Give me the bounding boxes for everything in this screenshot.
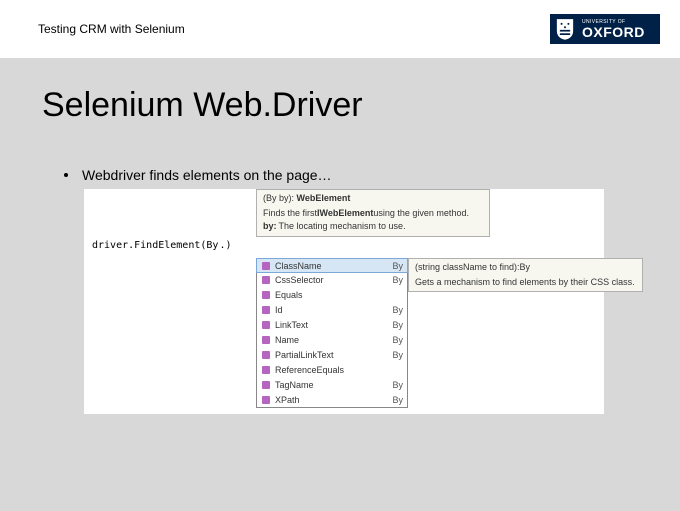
autocomplete-label: XPath — [275, 395, 384, 405]
shield-icon — [554, 17, 576, 41]
autocomplete-return: By — [388, 305, 403, 315]
topbar-title: Testing CRM with Selenium — [38, 22, 185, 36]
autocomplete-item-tagname[interactable]: TagName By — [257, 377, 407, 392]
autocomplete-return: By — [388, 335, 403, 345]
method-icon — [261, 261, 271, 271]
autocomplete-label: ReferenceEquals — [275, 365, 395, 375]
method-icon — [261, 350, 271, 360]
logo-oxford: OXFORD — [582, 25, 645, 39]
editor-line: driver .FindElement (By .) — [84, 237, 604, 254]
autocomplete-item-classname[interactable]: ClassName By — [256, 258, 408, 273]
signature-prefix: (By by): — [263, 193, 297, 203]
autocomplete-return: By — [388, 380, 403, 390]
autocomplete-item-referenceequals[interactable]: ReferenceEquals — [257, 362, 407, 377]
method-icon — [261, 305, 271, 315]
autocomplete-list[interactable]: ClassName By CssSelector By Equals Id By — [256, 258, 408, 408]
method-icon — [261, 290, 271, 300]
autocomplete-label: Id — [275, 305, 384, 315]
autocomplete-label: Name — [275, 335, 384, 345]
param-by-text: The locating mechanism to use. — [279, 221, 406, 233]
autocomplete-label: TagName — [275, 380, 384, 390]
autocomplete-label: ClassName — [275, 261, 384, 271]
signature-tooltip: (By by): WebElement Finds the first IWeb… — [256, 189, 490, 237]
oxford-logo: UNIVERSITY OF OXFORD — [550, 14, 660, 44]
autocomplete-tooltip-signature: (string className to find):By — [415, 262, 636, 274]
autocomplete-label: PartialLinkText — [275, 350, 384, 360]
autocomplete-label: CssSelector — [275, 275, 384, 285]
autocomplete-return: By — [388, 261, 403, 271]
signature-return-type: WebElement — [297, 193, 351, 203]
method-icon — [261, 380, 271, 390]
code-token-driver: driver — [92, 240, 128, 251]
slide-body: Selenium Web.Driver Webdriver finds elem… — [0, 58, 680, 414]
code-token-findelement: .FindElement — [128, 240, 200, 251]
autocomplete-item-linktext[interactable]: LinkText By — [257, 317, 407, 332]
autocomplete-item-xpath[interactable]: XPath By — [257, 392, 407, 407]
code-caret: .) — [219, 240, 225, 251]
intellisense-popup: ClassName By CssSelector By Equals Id By — [256, 258, 643, 408]
autocomplete-label: Equals — [275, 290, 395, 300]
autocomplete-tooltip: (string className to find):By Gets a mec… — [408, 258, 643, 292]
autocomplete-item-id[interactable]: Id By — [257, 302, 407, 317]
autocomplete-item-equals[interactable]: Equals — [257, 287, 407, 302]
autocomplete-return: By — [388, 350, 403, 360]
autocomplete-item-partiallinktext[interactable]: PartialLinkText By — [257, 347, 407, 362]
method-icon — [261, 335, 271, 345]
autocomplete-return: By — [388, 395, 403, 405]
autocomplete-item-cssselector[interactable]: CssSelector By — [257, 272, 407, 287]
autocomplete-return: By — [388, 320, 403, 330]
autocomplete-item-name[interactable]: Name By — [257, 332, 407, 347]
signature-desc-bold: IWebElement — [317, 208, 373, 220]
method-icon — [261, 365, 271, 375]
topbar: Testing CRM with Selenium UNIVERSITY OF … — [0, 0, 680, 58]
autocomplete-return: By — [388, 275, 403, 285]
signature-desc-pre: Finds the first — [263, 208, 317, 220]
bullet-text: Webdriver finds elements on the page… — [82, 167, 332, 183]
code-token-by: (By — [200, 240, 218, 251]
signature-desc-post: using the given method. — [373, 208, 469, 220]
method-icon — [261, 395, 271, 405]
bullet-dot-icon — [64, 173, 68, 177]
bullet-item: Webdriver finds elements on the page… — [42, 167, 638, 183]
autocomplete-label: LinkText — [275, 320, 384, 330]
slide-title: Selenium Web.Driver — [42, 86, 638, 125]
method-icon — [261, 275, 271, 285]
autocomplete-tooltip-desc: Gets a mechanism to find elements by the… — [415, 277, 636, 289]
param-by-label: by: — [263, 221, 279, 233]
method-icon — [261, 320, 271, 330]
code-screenshot: (By by): WebElement Finds the first IWeb… — [84, 189, 604, 414]
